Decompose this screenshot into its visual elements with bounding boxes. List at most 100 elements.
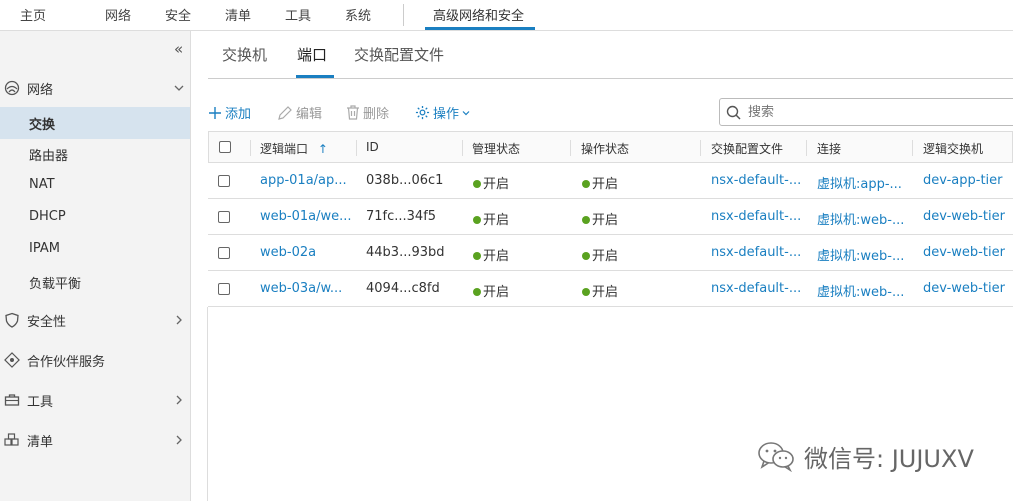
column-separator — [250, 140, 251, 156]
logical-switch-link[interactable]: dev-app-tier — [923, 173, 1003, 188]
sidebar-section-network[interactable]: 网络 — [0, 73, 190, 103]
row-checkbox[interactable] — [218, 211, 230, 223]
watermark-text: 微信号: JUJUXV — [804, 444, 974, 473]
tab-switching-profiles[interactable]: 交换配置文件 — [354, 44, 444, 65]
sidebar-section-label: 安全性 — [27, 315, 67, 330]
logical-port-link[interactable]: web-03a/w... — [260, 281, 342, 296]
oper-status-label: 开启 — [592, 285, 619, 300]
tab-ports[interactable]: 端口 — [297, 44, 327, 65]
trash-icon — [347, 105, 359, 120]
status-up-icon — [473, 288, 481, 296]
status-up-icon — [473, 180, 481, 188]
admin-status-label: 开启 — [483, 249, 510, 264]
switching-profile-link[interactable]: nsx-default-... — [711, 209, 801, 224]
nav-divider — [403, 4, 404, 26]
attachment-link[interactable]: 虚拟机:web-... — [817, 245, 904, 264]
sidebar-section-security[interactable]: 安全性 — [0, 305, 190, 335]
column-header-logical-port[interactable]: 逻辑端口 ↑ — [260, 140, 328, 157]
nav-tools[interactable]: 工具 — [285, 5, 311, 24]
nav-home[interactable]: 主页 — [20, 5, 46, 24]
sidebar-item-nat[interactable]: NAT — [0, 171, 190, 201]
operational-status: 开启 — [582, 209, 618, 228]
table-row[interactable]: web-02a 44b3...93bd 开启 开启 nsx-default-..… — [208, 235, 1013, 271]
column-header-switching-profile[interactable]: 交换配置文件 — [711, 140, 783, 157]
sidebar-item-load-balancing[interactable]: 负载平衡 — [0, 267, 190, 297]
status-up-icon — [582, 288, 590, 296]
sidebar-item-dhcp[interactable]: DHCP — [0, 203, 190, 233]
row-checkbox[interactable] — [218, 283, 230, 295]
sidebar-item-ipam[interactable]: IPAM — [0, 235, 190, 265]
nav-advanced-networking-security[interactable]: 高级网络和安全 — [433, 5, 524, 24]
shield-icon — [5, 312, 19, 328]
table-row[interactable]: web-01a/we... 71fc...34f5 开启 开启 nsx-defa… — [208, 199, 1013, 235]
sidebar-section-label: 合作伙伴服务 — [27, 355, 106, 370]
logical-port-link[interactable]: app-01a/ap... — [260, 173, 347, 188]
switching-profile-link[interactable]: nsx-default-... — [711, 245, 801, 260]
row-checkbox[interactable] — [218, 247, 230, 259]
logical-switch-link[interactable]: dev-web-tier — [923, 209, 1005, 224]
tab-switches[interactable]: 交换机 — [222, 44, 267, 65]
status-up-icon — [473, 252, 481, 260]
oper-status-label: 开启 — [592, 249, 619, 264]
toolbox-icon — [4, 394, 20, 406]
inventory-icon — [4, 433, 19, 446]
switching-profile-link[interactable]: nsx-default-... — [711, 173, 801, 188]
admin-status: 开启 — [473, 209, 509, 228]
actions-button[interactable]: 操作 — [415, 103, 470, 122]
collapse-sidebar-icon[interactable]: « — [174, 40, 183, 58]
edit-button[interactable]: 编辑 — [277, 103, 322, 122]
sidebar-section-label: 工具 — [27, 395, 54, 410]
sidebar-section-inventory[interactable]: 清单 — [0, 425, 190, 455]
top-navigation: 主页 网络 安全 清单 工具 系统 高级网络和安全 — [0, 0, 1013, 31]
nav-security[interactable]: 安全 — [165, 5, 191, 24]
actions-label: 操作 — [433, 107, 460, 122]
row-checkbox[interactable] — [218, 175, 230, 187]
sidebar-item-routers[interactable]: 路由器 — [0, 139, 190, 169]
logical-switch-link[interactable]: dev-web-tier — [923, 281, 1005, 296]
select-all-checkbox[interactable] — [219, 141, 231, 153]
admin-status-label: 开启 — [483, 213, 510, 228]
attachment-link[interactable]: 虚拟机:app-... — [817, 173, 902, 192]
logical-port-link[interactable]: web-01a/we... — [260, 209, 352, 224]
operational-status: 开启 — [582, 173, 618, 192]
logical-switch-link[interactable]: dev-web-tier — [923, 245, 1005, 260]
sidebar-section-tools[interactable]: 工具 — [0, 385, 190, 415]
delete-button[interactable]: 删除 — [346, 103, 389, 122]
column-header-id[interactable]: ID — [366, 140, 379, 154]
nav-inventory[interactable]: 清单 — [225, 5, 251, 24]
table-row[interactable]: app-01a/ap... 038b...06c1 开启 开启 nsx-defa… — [208, 163, 1013, 199]
port-id: 71fc...34f5 — [366, 209, 437, 224]
column-header-attachment[interactable]: 连接 — [817, 140, 841, 157]
column-separator — [806, 140, 807, 156]
column-separator — [570, 140, 571, 156]
nav-networking[interactable]: 网络 — [105, 5, 131, 24]
sidebar-item-label: NAT — [29, 177, 55, 192]
nav-system[interactable]: 系统 — [345, 5, 371, 24]
chevron-down-icon — [462, 110, 470, 115]
status-up-icon — [473, 216, 481, 224]
port-id: 44b3...93bd — [366, 245, 445, 260]
gear-icon — [415, 105, 430, 120]
search-icon — [726, 105, 741, 120]
search-box[interactable] — [719, 98, 1013, 126]
column-header-operational-status[interactable]: 操作状态 — [581, 140, 629, 157]
attachment-link[interactable]: 虚拟机:web-... — [817, 281, 904, 300]
column-header-logical-switch[interactable]: 逻辑交换机 — [923, 140, 983, 157]
network-icon — [4, 80, 20, 96]
status-up-icon — [582, 216, 590, 224]
partner-icon — [4, 352, 20, 368]
add-button[interactable]: 添加 — [208, 103, 251, 122]
operational-status: 开启 — [582, 281, 618, 300]
column-header-admin-status[interactable]: 管理状态 — [472, 140, 520, 157]
sidebar-section-partner-services[interactable]: 合作伙伴服务 — [0, 345, 190, 375]
table-row[interactable]: web-03a/w... 4094...c8fd 开启 开启 nsx-defau… — [208, 271, 1013, 307]
add-label: 添加 — [225, 107, 252, 122]
search-input[interactable] — [746, 104, 1010, 121]
sidebar-section-label: 清单 — [27, 435, 54, 450]
attachment-link[interactable]: 虚拟机:web-... — [817, 209, 904, 228]
sidebar-item-switching[interactable]: 交换 — [0, 107, 190, 139]
chevron-right-icon — [176, 435, 182, 445]
logical-port-link[interactable]: web-02a — [260, 245, 316, 260]
switching-profile-link[interactable]: nsx-default-... — [711, 281, 801, 296]
nav-active-indicator — [425, 27, 535, 30]
